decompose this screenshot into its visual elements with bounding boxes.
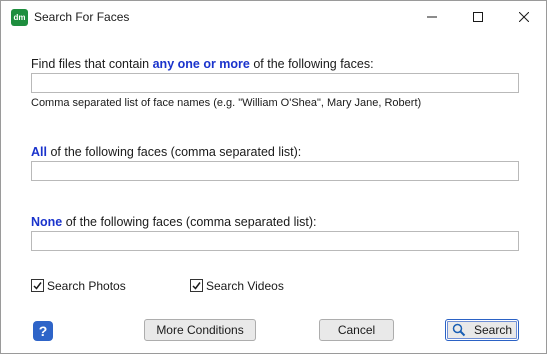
none-faces-label: None of the following faces (comma separ…	[31, 215, 317, 229]
close-icon	[519, 12, 529, 22]
search-photos-checkbox[interactable]	[31, 279, 44, 292]
minimize-icon	[427, 16, 437, 18]
all-faces-label-emphasis: All	[31, 145, 47, 159]
all-faces-label-suffix: of the following faces (comma separated …	[46, 145, 302, 159]
any-faces-label-emphasis: any one or more	[152, 57, 250, 71]
any-faces-hint: Comma separated list of face names (e.g.…	[31, 97, 422, 109]
checkmark-icon	[192, 282, 201, 290]
all-faces-label: All of the following faces (comma separa…	[31, 145, 301, 159]
any-faces-label: Find files that contain any one or more …	[31, 57, 374, 71]
search-icon	[452, 323, 466, 337]
all-faces-input[interactable]	[31, 161, 519, 181]
minimize-button[interactable]	[409, 1, 455, 32]
search-videos-option[interactable]: Search Videos	[190, 279, 300, 294]
app-logo-icon: dm	[11, 9, 28, 26]
none-faces-input[interactable]	[31, 231, 519, 251]
search-for-faces-dialog: dm Search For Faces Find files that cont…	[0, 0, 547, 354]
search-button-label: Search	[474, 323, 513, 337]
any-faces-label-prefix: Find files that contain	[31, 57, 153, 71]
none-faces-label-suffix: of the following faces (comma separated …	[62, 215, 317, 229]
search-videos-checkbox[interactable]	[190, 279, 203, 292]
more-conditions-button[interactable]: More Conditions	[144, 319, 256, 341]
any-faces-label-suffix: of the following faces:	[249, 57, 374, 71]
question-mark-icon: ?	[38, 323, 48, 339]
none-faces-label-emphasis: None	[31, 215, 63, 229]
help-button[interactable]: ?	[33, 321, 53, 341]
search-photos-label: Search Photos	[47, 279, 126, 293]
title-bar: dm Search For Faces	[1, 1, 546, 32]
close-button[interactable]	[501, 1, 547, 32]
maximize-icon	[473, 12, 483, 22]
any-faces-input[interactable]	[31, 73, 519, 93]
search-button[interactable]: Search	[445, 319, 519, 341]
checkmark-icon	[33, 282, 42, 290]
maximize-button[interactable]	[455, 1, 501, 32]
window-title: Search For Faces	[34, 10, 130, 24]
search-videos-label: Search Videos	[206, 279, 284, 293]
cancel-button[interactable]: Cancel	[319, 319, 394, 341]
search-photos-option[interactable]: Search Photos	[31, 279, 141, 294]
